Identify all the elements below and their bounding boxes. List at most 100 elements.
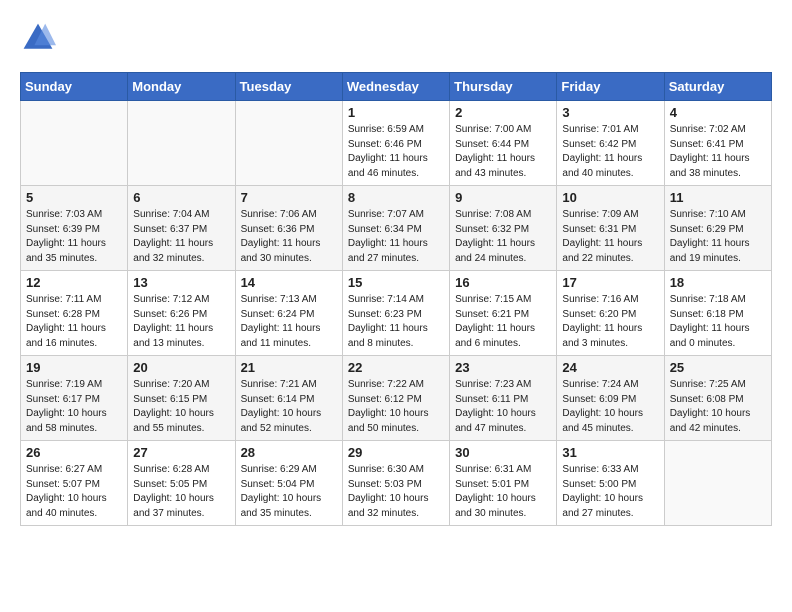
calendar-cell: 17Sunrise: 7:16 AM Sunset: 6:20 PM Dayli… <box>557 271 664 356</box>
calendar-cell <box>235 101 342 186</box>
day-info: Sunrise: 7:10 AM Sunset: 6:29 PM Dayligh… <box>670 208 766 266</box>
day-info: Sunrise: 7:23 AM Sunset: 6:11 PM Dayligh… <box>455 378 551 436</box>
day-number: 27 <box>133 445 229 460</box>
day-number: 11 <box>670 190 766 205</box>
calendar-cell: 11 Sunrise: 7:10 AM Sunset: 6:29 PM Dayli… <box>664 186 771 271</box>
day-number: 29 <box>348 445 444 460</box>
day-info: Sunrise: 7:08 AM Sunset: 6:32 PM Dayligh… <box>455 208 551 266</box>
day-number: 9 <box>455 190 551 205</box>
calendar-cell: 16 Sunrise: 7:15 AM Sunset: 6:21 PM Dayli… <box>450 271 557 356</box>
calendar-cell: 9 Sunrise: 7:08 AM Sunset: 6:32 PM Daylig… <box>450 186 557 271</box>
day-info: Sunrise: 7:07 AM Sunset: 6:34 PM Dayligh… <box>348 208 444 266</box>
calendar-week-row: 19 Sunrise: 7:19 AM Sunset: 6:17 PM Dayli… <box>21 356 772 441</box>
day-info: Sunrise: 6:30 AM Sunset: 5:03 PM Dayligh… <box>348 463 444 521</box>
day-info: Sunrise: 7:16 AM Sunset: 6:20 PM Dayligh… <box>562 293 658 351</box>
day-number: 31 <box>562 445 658 460</box>
calendar-cell: 26 Sunrise: 6:27 AM Sunset: 5:07 PM Dayli… <box>21 441 128 526</box>
calendar-table: SundayMondayTuesdayWednesdayThursdayFrid… <box>20 72 772 526</box>
day-info: Sunrise: 7:20 AM Sunset: 6:15 PM Dayligh… <box>133 378 229 436</box>
day-info: Sunrise: 7:22 AM Sunset: 6:12 PM Dayligh… <box>348 378 444 436</box>
weekday-header-saturday: Saturday <box>664 73 771 101</box>
day-info: Sunrise: 6:33 AM Sunset: 5:00 PM Dayligh… <box>562 463 658 521</box>
day-info: Sunrise: 7:24 AM Sunset: 6:09 PM Dayligh… <box>562 378 658 436</box>
day-info: Sunrise: 7:03 AM Sunset: 6:39 PM Dayligh… <box>26 208 122 266</box>
day-number: 4 <box>670 105 766 120</box>
day-info: Sunrise: 7:18 AM Sunset: 6:18 PM Dayligh… <box>670 293 766 351</box>
calendar-cell <box>664 441 771 526</box>
day-number: 23 <box>455 360 551 375</box>
day-number: 8 <box>348 190 444 205</box>
weekday-header-thursday: Thursday <box>450 73 557 101</box>
weekday-header-friday: Friday <box>557 73 664 101</box>
day-info: Sunrise: 7:00 AM Sunset: 6:44 PM Dayligh… <box>455 123 551 181</box>
calendar-cell: 27 Sunrise: 6:28 AM Sunset: 5:05 PM Dayli… <box>128 441 235 526</box>
day-number: 26 <box>26 445 122 460</box>
calendar-week-row: 26 Sunrise: 6:27 AM Sunset: 5:07 PM Dayli… <box>21 441 772 526</box>
calendar-cell: 28 Sunrise: 6:29 AM Sunset: 5:04 PM Dayli… <box>235 441 342 526</box>
calendar-cell <box>21 101 128 186</box>
day-number: 24 <box>562 360 658 375</box>
day-info: Sunrise: 6:29 AM Sunset: 5:04 PM Dayligh… <box>241 463 337 521</box>
day-number: 5 <box>26 190 122 205</box>
day-info: Sunrise: 6:27 AM Sunset: 5:07 PM Dayligh… <box>26 463 122 521</box>
calendar-cell: 7 Sunrise: 7:06 AM Sunset: 6:36 PM Daylig… <box>235 186 342 271</box>
calendar-cell: 29 Sunrise: 6:30 AM Sunset: 5:03 PM Dayli… <box>342 441 449 526</box>
weekday-header-sunday: Sunday <box>21 73 128 101</box>
calendar-cell: 14Sunrise: 7:13 AM Sunset: 6:24 PM Dayli… <box>235 271 342 356</box>
day-info: Sunrise: 7:15 AM Sunset: 6:21 PM Dayligh… <box>455 293 551 351</box>
calendar-cell: 20 Sunrise: 7:20 AM Sunset: 6:15 PM Dayli… <box>128 356 235 441</box>
day-number: 10 <box>562 190 658 205</box>
day-number: 3 <box>562 105 658 120</box>
calendar-cell: 5 Sunrise: 7:03 AM Sunset: 6:39 PM Daylig… <box>21 186 128 271</box>
calendar-cell: 15 Sunrise: 7:14 AM Sunset: 6:23 PM Dayli… <box>342 271 449 356</box>
calendar-cell: 10 Sunrise: 7:09 AM Sunset: 6:31 PM Dayli… <box>557 186 664 271</box>
day-number: 1 <box>348 105 444 120</box>
day-number: 19 <box>26 360 122 375</box>
calendar-week-row: 12 Sunrise: 7:11 AM Sunset: 6:28 PM Dayli… <box>21 271 772 356</box>
day-info: Sunrise: 7:12 AM Sunset: 6:26 PM Dayligh… <box>133 293 229 351</box>
weekday-header-row: SundayMondayTuesdayWednesdayThursdayFrid… <box>21 73 772 101</box>
day-info: Sunrise: 7:14 AM Sunset: 6:23 PM Dayligh… <box>348 293 444 351</box>
calendar-cell <box>128 101 235 186</box>
calendar-cell: 8 Sunrise: 7:07 AM Sunset: 6:34 PM Daylig… <box>342 186 449 271</box>
day-info: Sunrise: 7:04 AM Sunset: 6:37 PM Dayligh… <box>133 208 229 266</box>
day-info: Sunrise: 6:59 AM Sunset: 6:46 PM Dayligh… <box>348 123 444 181</box>
calendar-cell: 1 Sunrise: 6:59 AM Sunset: 6:46 PM Daylig… <box>342 101 449 186</box>
calendar-cell: 2Sunrise: 7:00 AM Sunset: 6:44 PM Daylig… <box>450 101 557 186</box>
calendar-cell: 18Sunrise: 7:18 AM Sunset: 6:18 PM Dayli… <box>664 271 771 356</box>
day-number: 16 <box>455 275 551 290</box>
calendar-cell: 19 Sunrise: 7:19 AM Sunset: 6:17 PM Dayli… <box>21 356 128 441</box>
calendar-cell: 25 Sunrise: 7:25 AM Sunset: 6:08 PM Dayli… <box>664 356 771 441</box>
day-info: Sunrise: 7:02 AM Sunset: 6:41 PM Dayligh… <box>670 123 766 181</box>
calendar-cell: 23 Sunrise: 7:23 AM Sunset: 6:11 PM Dayli… <box>450 356 557 441</box>
day-info: Sunrise: 7:25 AM Sunset: 6:08 PM Dayligh… <box>670 378 766 436</box>
day-number: 13 <box>133 275 229 290</box>
day-info: Sunrise: 7:19 AM Sunset: 6:17 PM Dayligh… <box>26 378 122 436</box>
calendar-cell: 13 Sunrise: 7:12 AM Sunset: 6:26 PM Dayli… <box>128 271 235 356</box>
day-number: 20 <box>133 360 229 375</box>
calendar-cell: 4 Sunrise: 7:02 AM Sunset: 6:41 PM Daylig… <box>664 101 771 186</box>
day-number: 25 <box>670 360 766 375</box>
calendar-cell: 31 Sunrise: 6:33 AM Sunset: 5:00 PM Dayli… <box>557 441 664 526</box>
calendar-cell: 24 Sunrise: 7:24 AM Sunset: 6:09 PM Dayli… <box>557 356 664 441</box>
calendar-week-row: 5 Sunrise: 7:03 AM Sunset: 6:39 PM Daylig… <box>21 186 772 271</box>
logo <box>20 20 62 56</box>
day-info: Sunrise: 7:11 AM Sunset: 6:28 PM Dayligh… <box>26 293 122 351</box>
day-info: Sunrise: 7:09 AM Sunset: 6:31 PM Dayligh… <box>562 208 658 266</box>
day-info: Sunrise: 7:01 AM Sunset: 6:42 PM Dayligh… <box>562 123 658 181</box>
day-info: Sunrise: 7:06 AM Sunset: 6:36 PM Dayligh… <box>241 208 337 266</box>
calendar-week-row: 1 Sunrise: 6:59 AM Sunset: 6:46 PM Daylig… <box>21 101 772 186</box>
weekday-header-wednesday: Wednesday <box>342 73 449 101</box>
day-number: 12 <box>26 275 122 290</box>
day-number: 15 <box>348 275 444 290</box>
page-header <box>20 20 772 56</box>
day-number: 22 <box>348 360 444 375</box>
day-info: Sunrise: 6:28 AM Sunset: 5:05 PM Dayligh… <box>133 463 229 521</box>
day-number: 7 <box>241 190 337 205</box>
day-number: 21 <box>241 360 337 375</box>
day-number: 28 <box>241 445 337 460</box>
weekday-header-monday: Monday <box>128 73 235 101</box>
day-number: 30 <box>455 445 551 460</box>
calendar-cell: 22 Sunrise: 7:22 AM Sunset: 6:12 PM Dayli… <box>342 356 449 441</box>
day-number: 6 <box>133 190 229 205</box>
